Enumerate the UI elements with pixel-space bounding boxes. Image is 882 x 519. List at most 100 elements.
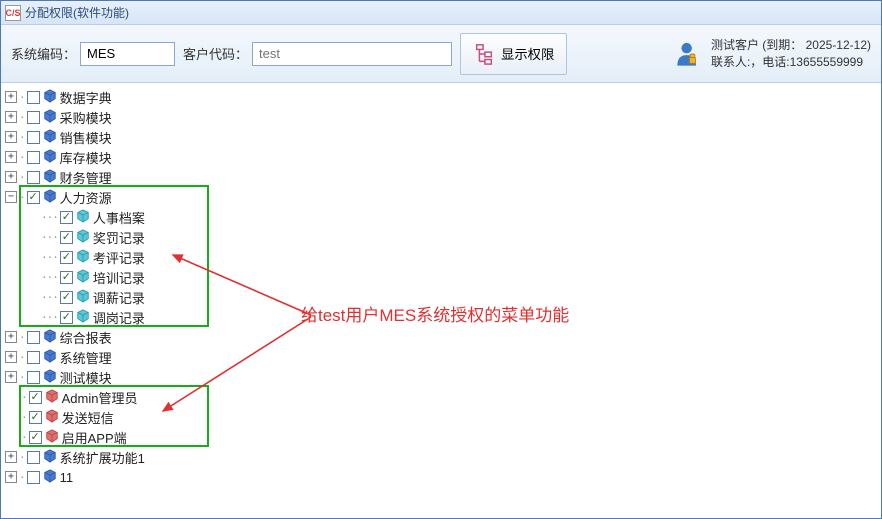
cube-cyan-icon (76, 249, 93, 266)
tree-node-label[interactable]: 奖罚记录 (93, 228, 145, 247)
custcode-label: 客户代码： (183, 44, 248, 63)
tree-node-label[interactable]: 考评记录 (93, 248, 145, 267)
checkbox[interactable] (27, 351, 40, 364)
expander-icon[interactable]: + (5, 91, 17, 103)
tree-node: ·✓ 发送短信 (3, 407, 879, 427)
expander-icon[interactable]: + (5, 351, 17, 363)
checkbox[interactable] (27, 131, 40, 144)
tree-node-label[interactable]: 培训记录 (93, 268, 145, 287)
cube-blue-icon (43, 89, 60, 106)
cube-blue-icon (43, 369, 60, 386)
tree-node-label[interactable]: 库存模块 (60, 148, 112, 167)
tree-node: ···✓ 培训记录 (3, 267, 879, 287)
tree-node: ···✓ 考评记录 (3, 247, 879, 267)
cube-cyan-icon (76, 289, 93, 306)
app-icon: C/S (5, 5, 21, 21)
titlebar: C/S 分配权限(软件功能) (1, 1, 881, 25)
checkbox[interactable]: ✓ (29, 431, 42, 444)
cube-cyan-icon (76, 309, 93, 326)
expander-icon[interactable]: + (5, 451, 17, 463)
tree-node: +· 测试模块 (3, 367, 879, 387)
tree-node-label[interactable]: 11 (60, 470, 74, 485)
tree-node-label[interactable]: 人事档案 (93, 208, 145, 227)
checkbox[interactable] (27, 471, 40, 484)
tree-node-label[interactable]: 启用APP端 (62, 428, 127, 447)
tree-node: +· 系统扩展功能1 (3, 447, 879, 467)
show-permission-button[interactable]: 显示权限 (460, 33, 567, 75)
cube-blue-icon (43, 449, 60, 466)
custcode-group: 客户代码： (183, 42, 452, 66)
cube-cyan-icon (76, 269, 93, 286)
toolbar: 系统编码： 客户代码： 显示权限 测试客户 (到期： 20 (1, 25, 881, 83)
tree-node: ·✓ 启用APP端 (3, 427, 879, 447)
expander-icon[interactable]: + (5, 371, 17, 383)
expander-icon[interactable]: + (5, 331, 17, 343)
tree-node: +· 采购模块 (3, 107, 879, 127)
tree-node: +· 综合报表 (3, 327, 879, 347)
tree-node-label[interactable]: 销售模块 (60, 128, 112, 147)
expander-icon[interactable]: + (5, 111, 17, 123)
cube-blue-icon (43, 349, 60, 366)
user-line1: 测试客户 (到期： 2025-12-12) (711, 37, 871, 54)
tree-node-label[interactable]: 数据字典 (60, 88, 112, 107)
window: C/S 分配权限(软件功能) 系统编码： 客户代码： 显示权限 (0, 0, 882, 519)
tree-node: +· 库存模块 (3, 147, 879, 167)
cube-red-icon (45, 389, 62, 406)
cube-blue-icon (43, 189, 60, 206)
tree-node-label[interactable]: 综合报表 (60, 328, 112, 347)
tree-node: +· 财务管理 (3, 167, 879, 187)
tree-node-label[interactable]: 调岗记录 (93, 308, 145, 327)
checkbox[interactable]: ✓ (27, 191, 40, 204)
permission-tree: +· 数据字典+· 采购模块+· 销售模块+· 库存模块+· 财务管理−·✓ 人… (3, 87, 879, 487)
tree-node-label[interactable]: 发送短信 (62, 408, 114, 427)
checkbox[interactable]: ✓ (29, 391, 42, 404)
tree-node: ···✓ 人事档案 (3, 207, 879, 227)
syscode-group: 系统编码： (11, 42, 175, 66)
tree-node: −·✓ 人力资源 (3, 187, 879, 207)
custcode-input[interactable] (252, 42, 452, 66)
expander-icon[interactable]: + (5, 471, 17, 483)
checkbox[interactable] (27, 91, 40, 104)
tree-node-label[interactable]: 系统扩展功能1 (60, 448, 145, 467)
tree-node: +· 销售模块 (3, 127, 879, 147)
user-info: 测试客户 (到期： 2025-12-12) 联系人:，电话:1365555999… (675, 37, 871, 71)
syscode-label: 系统编码： (11, 44, 76, 63)
cube-blue-icon (43, 329, 60, 346)
checkbox[interactable]: ✓ (60, 311, 73, 324)
checkbox[interactable] (27, 171, 40, 184)
checkbox[interactable]: ✓ (29, 411, 42, 424)
expander-icon[interactable]: + (5, 151, 17, 163)
expander-icon[interactable]: + (5, 131, 17, 143)
checkbox[interactable] (27, 451, 40, 464)
tree-node: +· 数据字典 (3, 87, 879, 107)
tree-node-label[interactable]: Admin管理员 (62, 388, 138, 407)
tree-node-label[interactable]: 人力资源 (60, 188, 112, 207)
tree-node-label[interactable]: 系统管理 (60, 348, 112, 367)
checkbox[interactable] (27, 371, 40, 384)
user-icon (675, 40, 703, 68)
syscode-input[interactable] (80, 42, 175, 66)
tree-node-label[interactable]: 测试模块 (60, 368, 112, 387)
checkbox[interactable]: ✓ (60, 211, 73, 224)
tree-node: ···✓ 调岗记录 (3, 307, 879, 327)
checkbox[interactable] (27, 151, 40, 164)
cube-cyan-icon (76, 209, 93, 226)
checkbox[interactable] (27, 331, 40, 344)
tree-node-label[interactable]: 财务管理 (60, 168, 112, 187)
checkbox[interactable]: ✓ (60, 271, 73, 284)
checkbox[interactable]: ✓ (60, 291, 73, 304)
checkbox[interactable] (27, 111, 40, 124)
cube-blue-icon (43, 469, 60, 486)
user-line2: 联系人:，电话:13655559999 (711, 54, 871, 71)
cube-red-icon (45, 429, 62, 446)
tree-node-label[interactable]: 采购模块 (60, 108, 112, 127)
hierarchy-icon (473, 43, 495, 65)
show-permission-label: 显示权限 (501, 44, 554, 63)
checkbox[interactable]: ✓ (60, 231, 73, 244)
expander-icon[interactable]: − (5, 191, 17, 203)
cube-blue-icon (43, 149, 60, 166)
tree-node-label[interactable]: 调薪记录 (93, 288, 145, 307)
checkbox[interactable]: ✓ (60, 251, 73, 264)
expander-icon[interactable]: + (5, 171, 17, 183)
cube-blue-icon (43, 129, 60, 146)
